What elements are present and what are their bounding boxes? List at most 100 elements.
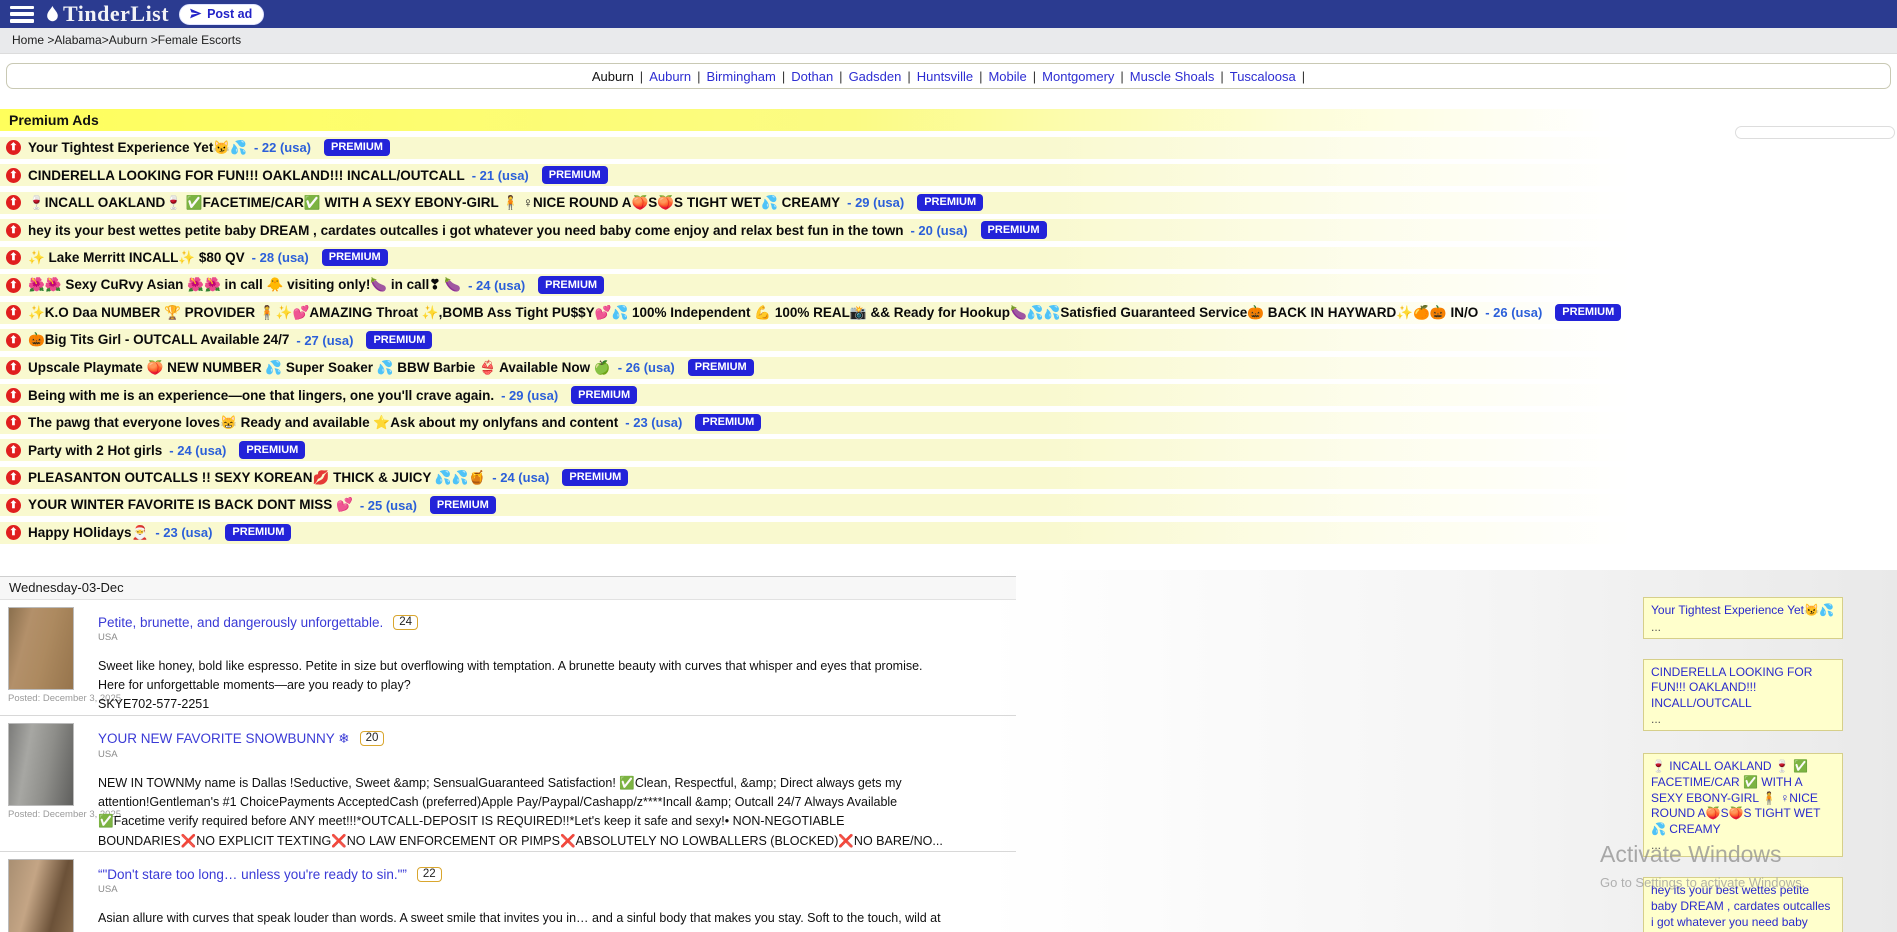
premium-badge[interactable]: PREMIUM — [538, 276, 604, 294]
sidebar-ad-title[interactable]: 🍷 INCALL OAKLAND 🍷 ✅ FACETIME/CAR ✅ WITH… — [1651, 759, 1835, 837]
premium-ad-row[interactable]: ⬆ 🌺🌺 Sexy CuRvy Asian 🌺🌺 in call 🐥 visit… — [0, 274, 1897, 296]
premium-ad-title[interactable]: Being with me is an experience—one that … — [28, 388, 494, 403]
premium-ad-title[interactable]: Party with 2 Hot girls — [28, 443, 162, 458]
flame-icon — [44, 5, 61, 24]
premium-ad-row[interactable]: ⬆ Upscale Playmate 🍑 NEW NUMBER 💦 Super … — [0, 357, 1897, 379]
premium-badge[interactable]: PREMIUM — [562, 469, 628, 487]
premium-ad-row[interactable]: ⬆ 🎃Big Tits Girl - OUTCALL Available 24/… — [0, 329, 1897, 351]
sidebar-ad-box[interactable]: 🍷 INCALL OAKLAND 🍷 ✅ FACETIME/CAR ✅ WITH… — [1643, 753, 1843, 857]
premium-ad-title[interactable]: Your Tightest Experience Yet😼💦 — [28, 140, 247, 156]
premium-ad-row[interactable]: ⬆ Party with 2 Hot girls - 24 (usa) PREM… — [0, 439, 1897, 461]
up-arrow-icon: ⬆ — [6, 525, 21, 540]
separator: | — [697, 69, 700, 84]
premium-ad-title[interactable]: The pawg that everyone loves😸 Ready and … — [28, 415, 618, 431]
listings-column: Wednesday-03-Dec Posted: December 3, 202… — [0, 576, 1016, 932]
city-link-birmingham[interactable]: Birmingham — [707, 69, 776, 84]
premium-ad-title[interactable]: Happy HOlidays🎅 — [28, 525, 148, 541]
listing-thumbnail[interactable] — [8, 607, 74, 690]
listing-thumbnail[interactable] — [8, 723, 74, 806]
premium-ad-row[interactable]: ⬆ Being with me is an experience—one tha… — [0, 384, 1897, 406]
premium-ad-row[interactable]: ⬆ YOUR WINTER FAVORITE IS BACK DONT MISS… — [0, 494, 1897, 516]
premium-ad-row[interactable]: ⬆ CINDERELLA LOOKING FOR FUN!!! OAKLAND!… — [0, 164, 1897, 186]
premium-badge[interactable]: PREMIUM — [688, 359, 754, 377]
listing-title-link[interactable]: YOUR NEW FAVORITE SNOWBUNNY ❄ — [98, 731, 350, 747]
city-link-tuscaloosa[interactable]: Tuscaloosa — [1230, 69, 1296, 84]
separator: | — [1302, 69, 1305, 84]
premium-badge[interactable]: PREMIUM — [239, 441, 305, 459]
premium-ad-title[interactable]: 🎃Big Tits Girl - OUTCALL Available 24/7 — [28, 332, 289, 348]
premium-badge[interactable]: PREMIUM — [324, 139, 390, 157]
sidebar-ad-title[interactable]: CINDERELLA LOOKING FOR FUN!!! OAKLAND!!!… — [1651, 665, 1835, 712]
listing-left-col: Posted: December 3, 2025 — [8, 607, 98, 715]
listing-title-link[interactable]: Petite, brunette, and dangerously unforg… — [98, 615, 383, 630]
sidebar-ad-box[interactable]: hey its your best wettes petite baby DRE… — [1643, 877, 1843, 932]
premium-ad-title[interactable]: 🌺🌺 Sexy CuRvy Asian 🌺🌺 in call 🐥 visitin… — [28, 277, 461, 293]
menu-icon[interactable] — [10, 6, 34, 23]
up-arrow-icon: ⬆ — [6, 360, 21, 375]
premium-ad-row[interactable]: ⬆ Your Tightest Experience Yet😼💦 - 22 (u… — [0, 137, 1897, 159]
premium-badge[interactable]: PREMIUM — [322, 249, 388, 267]
listing-left-col: Posted: December 3, 2025 — [8, 723, 98, 852]
listing-country: USA — [98, 749, 1016, 760]
premium-ad-row[interactable]: ⬆ ✨K.O Daa NUMBER 🏆 PROVIDER 🧍✨💕AMAZING … — [0, 302, 1897, 324]
sidebar-ad-title[interactable]: hey its your best wettes petite baby DRE… — [1651, 883, 1835, 932]
premium-badge[interactable]: PREMIUM — [542, 166, 608, 184]
separator: | — [640, 69, 643, 84]
up-arrow-icon: ⬆ — [6, 305, 21, 320]
city-link-mobile[interactable]: Mobile — [988, 69, 1026, 84]
premium-ad-meta: - 27 (usa) — [296, 333, 353, 348]
separator: | — [1033, 69, 1036, 84]
premium-ad-row[interactable]: ⬆ The pawg that everyone loves😸 Ready an… — [0, 412, 1897, 434]
premium-ad-row[interactable]: ⬆ 🍷INCALL OAKLAND🍷 ✅FACETIME/CAR✅ WITH A… — [0, 192, 1897, 214]
premium-ad-meta: - 20 (usa) — [910, 223, 967, 238]
premium-ad-row[interactable]: ⬆ ✨ Lake Merritt INCALL✨ $80 QV - 28 (us… — [0, 247, 1897, 269]
premium-ad-row[interactable]: ⬆ hey its your best wettes petite baby D… — [0, 219, 1897, 241]
premium-ad-title[interactable]: 🍷INCALL OAKLAND🍷 ✅FACETIME/CAR✅ WITH A S… — [28, 195, 840, 211]
premium-ad-row[interactable]: ⬆ Happy HOlidays🎅 - 23 (usa) PREMIUM — [0, 522, 1897, 544]
city-link-dothan[interactable]: Dothan — [791, 69, 833, 84]
premium-badge[interactable]: PREMIUM — [225, 524, 291, 542]
sidebar-ad-title[interactable]: Your Tightest Experience Yet😼💦 — [1651, 603, 1835, 619]
listing-country: USA — [98, 884, 1016, 895]
premium-ad-title[interactable]: PLEASANTON OUTCALLS !! SEXY KOREAN💋 THIC… — [28, 470, 485, 486]
sidebar-ad-box[interactable]: Your Tightest Experience Yet😼💦 ... — [1643, 597, 1843, 639]
premium-ad-meta: - 23 (usa) — [155, 525, 212, 540]
city-link-montgomery[interactable]: Montgomery — [1042, 69, 1114, 84]
premium-ad-title[interactable]: YOUR WINTER FAVORITE IS BACK DONT MISS 💕 — [28, 497, 353, 513]
premium-badge[interactable]: PREMIUM — [917, 194, 983, 212]
premium-ad-title[interactable]: Upscale Playmate 🍑 NEW NUMBER 💦 Super So… — [28, 360, 611, 376]
premium-badge[interactable]: PREMIUM — [430, 496, 496, 514]
premium-badge[interactable]: PREMIUM — [1555, 304, 1621, 322]
up-arrow-icon: ⬆ — [6, 168, 21, 183]
city-link-auburn[interactable]: Auburn — [649, 69, 691, 84]
listing-item: Posted: December 3, 2025 YOUR NEW FAVORI… — [0, 716, 1016, 853]
site-logo[interactable]: TinderList — [44, 1, 169, 27]
premium-ad-meta: - 21 (usa) — [472, 168, 529, 183]
age-badge: 22 — [417, 867, 442, 882]
listing-body: “"Don't stare too long… unless you're re… — [98, 859, 1016, 932]
sidebar-ad-box[interactable]: CINDERELLA LOOKING FOR FUN!!! OAKLAND!!!… — [1643, 659, 1843, 732]
premium-ad-title[interactable]: ✨ Lake Merritt INCALL✨ $80 QV — [28, 250, 245, 266]
city-link-muscle-shoals[interactable]: Muscle Shoals — [1130, 69, 1215, 84]
listing-thumbnail[interactable] — [8, 859, 74, 932]
listing-description: Sweet like honey, bold like espresso. Pe… — [98, 657, 943, 715]
breadcrumb[interactable]: Home >Alabama>Auburn >Female Escorts — [12, 33, 241, 47]
listing-title-link[interactable]: “"Don't stare too long… unless you're re… — [98, 867, 407, 882]
premium-ad-title[interactable]: hey its your best wettes petite baby DRE… — [28, 223, 903, 238]
premium-badge[interactable]: PREMIUM — [366, 331, 432, 349]
premium-badge[interactable]: PREMIUM — [571, 386, 637, 404]
sidebar-ad-more: ... — [1651, 712, 1835, 726]
premium-ad-row[interactable]: ⬆ PLEASANTON OUTCALLS !! SEXY KOREAN💋 TH… — [0, 467, 1897, 489]
age-badge: 20 — [360, 731, 385, 746]
premium-badge[interactable]: PREMIUM — [981, 221, 1047, 239]
premium-ad-meta: - 29 (usa) — [501, 388, 558, 403]
premium-ad-title[interactable]: CINDERELLA LOOKING FOR FUN!!! OAKLAND!!!… — [28, 168, 465, 183]
premium-ad-title[interactable]: ✨K.O Daa NUMBER 🏆 PROVIDER 🧍✨💕AMAZING Th… — [28, 305, 1478, 321]
premium-badge[interactable]: PREMIUM — [695, 414, 761, 432]
city-link-huntsville[interactable]: Huntsville — [917, 69, 973, 84]
listing-description: Asian allure with curves that speak loud… — [98, 909, 943, 932]
post-ad-button[interactable]: Post ad — [179, 4, 264, 25]
city-link-gadsden[interactable]: Gadsden — [849, 69, 902, 84]
separator: | — [1120, 69, 1123, 84]
listing-item: Posted: December 3, 2025 Petite, brunett… — [0, 600, 1016, 716]
